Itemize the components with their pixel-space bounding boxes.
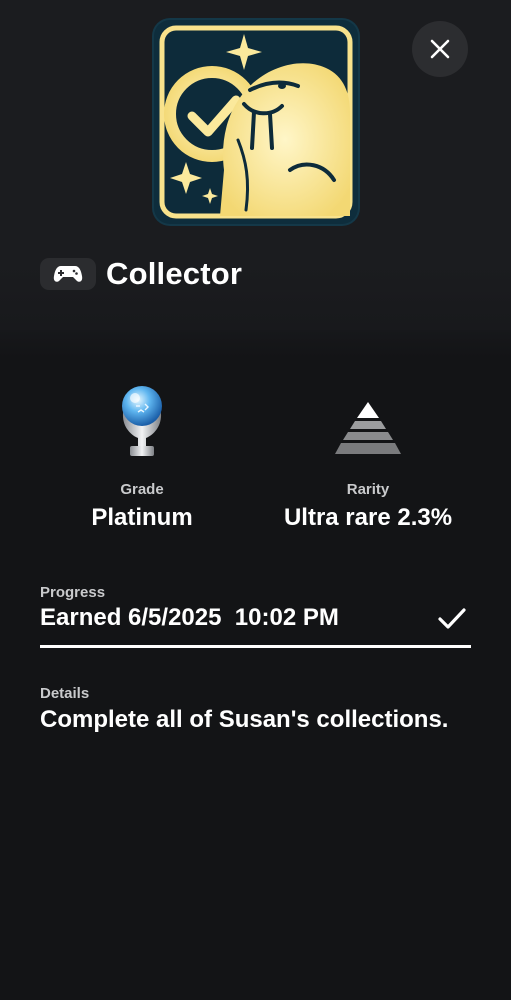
- grade-stat: Grade Platinum: [22, 378, 262, 532]
- rarity-label: Rarity: [346, 481, 390, 498]
- trophy-title: Collector: [106, 256, 243, 291]
- close-icon: [430, 39, 450, 59]
- grade-icon-wrap: [22, 378, 262, 458]
- progress-bar: [40, 645, 471, 648]
- details-value: Complete all of Susan's collections.: [40, 706, 449, 733]
- platinum-trophy-icon: [122, 386, 162, 456]
- trophy-detail-screen: Collector Grade Platinum Rarity Ultra ra…: [0, 0, 511, 1000]
- gamepad-icon: [53, 266, 83, 282]
- header-divider: [0, 330, 511, 358]
- walrus-collector-art-icon: [159, 25, 353, 219]
- trophy-title-row: Collector: [40, 252, 242, 296]
- rarity-stat: Rarity Ultra rare 2.3%: [248, 378, 488, 532]
- details-label: Details: [40, 685, 90, 702]
- close-button[interactable]: [412, 21, 468, 77]
- progress-value: Earned 6/5/2025 10:02 PM: [40, 604, 339, 631]
- trophy-artwork: [154, 20, 358, 224]
- grade-label: Grade: [120, 481, 164, 498]
- game-badge: [40, 258, 96, 290]
- progress-label: Progress: [40, 584, 106, 601]
- rarity-value: Ultra rare 2.3%: [283, 504, 453, 531]
- grade-value: Platinum: [91, 504, 193, 531]
- rarity-icon-wrap: [248, 378, 488, 458]
- rarity-pyramid-icon: [335, 402, 401, 454]
- checkmark-icon: [438, 608, 466, 629]
